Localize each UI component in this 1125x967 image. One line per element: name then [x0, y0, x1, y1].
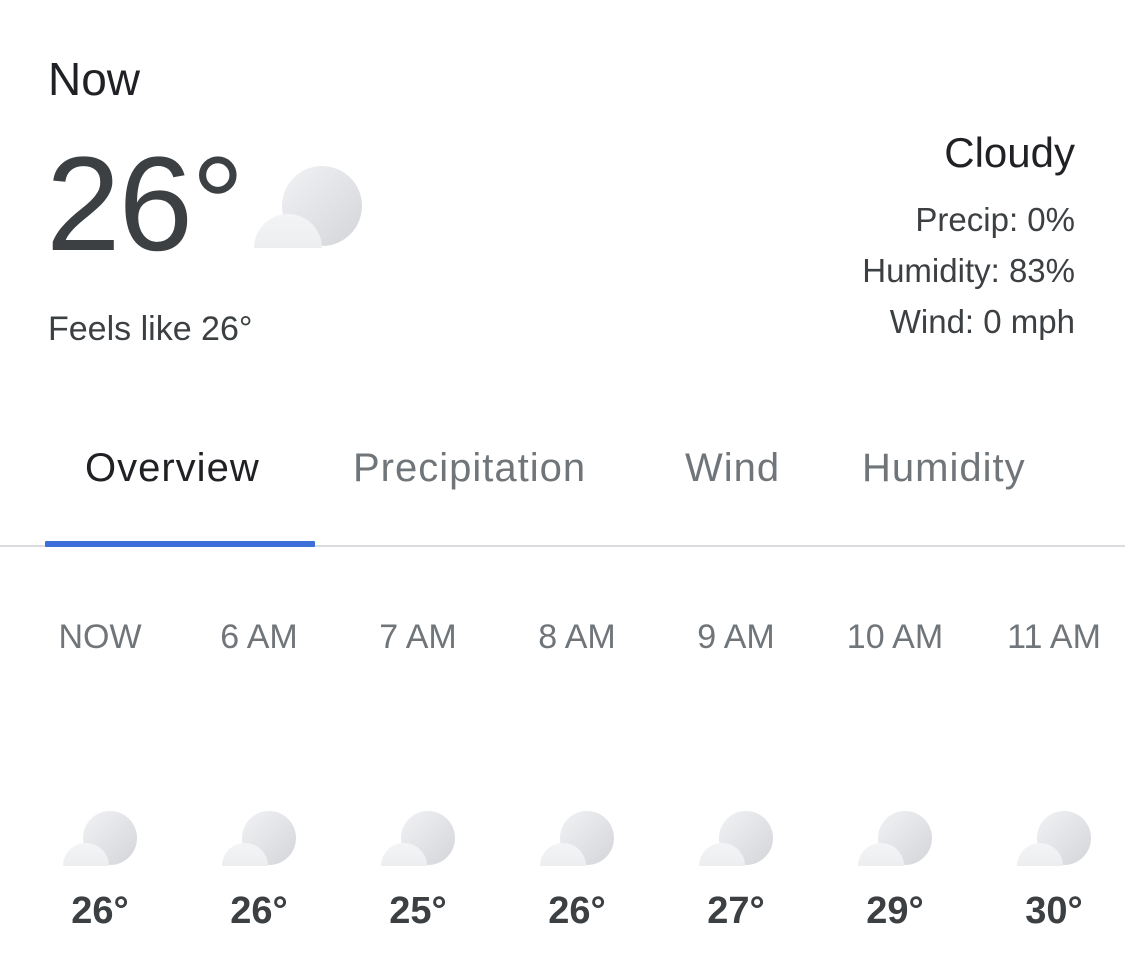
- hour-item[interactable]: 10 AM 29°: [820, 620, 970, 930]
- hour-time: 10 AM: [846, 618, 944, 656]
- weather-card: Now 26° Feels like 26° Cloudy Precip: 0%…: [0, 0, 1125, 967]
- current-temperature: 26°: [46, 130, 245, 279]
- cloudy-icon: [254, 166, 362, 248]
- precip-text: Precip: 0%: [915, 201, 1075, 239]
- wind-text: Wind: 0 mph: [889, 303, 1075, 341]
- feels-like: Feels like 26°: [48, 310, 253, 348]
- hour-temp: 25°: [389, 890, 447, 932]
- tab-precipitation[interactable]: Precipitation: [353, 448, 586, 488]
- tab-bar: Overview Precipitation Wind Humidity: [0, 430, 1125, 547]
- condition-text: Cloudy: [944, 129, 1075, 176]
- hour-time: NOW: [58, 618, 142, 656]
- cloudy-icon: [222, 811, 296, 866]
- hour-time: 8 AM: [538, 618, 616, 656]
- tab-humidity[interactable]: Humidity: [862, 448, 1026, 488]
- hour-temp: 30°: [1025, 890, 1083, 932]
- conditions-panel: Cloudy Precip: 0% Humidity: 83% Wind: 0 …: [862, 129, 1075, 347]
- hourly-forecast[interactable]: NOW 26° 6 AM 26° 7 AM 25° 8 AM 26° 9 AM …: [0, 620, 1125, 960]
- humidity-text: Humidity: 83%: [862, 252, 1075, 290]
- hour-temp: 26°: [71, 890, 129, 932]
- hour-time: 6 AM: [220, 618, 298, 656]
- hour-item[interactable]: 7 AM 25°: [343, 620, 493, 930]
- hour-temp: 29°: [866, 890, 924, 932]
- tab-wind[interactable]: Wind: [685, 448, 780, 488]
- hour-temp: 27°: [707, 890, 765, 932]
- hour-item[interactable]: 8 AM 26°: [502, 620, 652, 930]
- hour-item[interactable]: 6 AM 26°: [184, 620, 334, 930]
- hour-temp: 26°: [548, 890, 606, 932]
- cloudy-icon: [699, 811, 773, 866]
- cloudy-icon: [540, 811, 614, 866]
- active-tab-indicator: [45, 541, 315, 547]
- cloudy-icon: [858, 811, 932, 866]
- tab-overview[interactable]: Overview: [85, 448, 260, 488]
- hour-temp: 26°: [230, 890, 288, 932]
- cloudy-icon: [1017, 811, 1091, 866]
- hour-time: 11 AM: [1007, 618, 1101, 656]
- now-label: Now: [48, 53, 141, 105]
- hour-item[interactable]: NOW 26°: [25, 620, 175, 930]
- cloudy-icon: [381, 811, 455, 866]
- hour-time: 7 AM: [379, 618, 457, 656]
- hour-time: 9 AM: [697, 618, 775, 656]
- hour-item[interactable]: 11 AM 30°: [979, 620, 1125, 930]
- hour-item[interactable]: 9 AM 27°: [661, 620, 811, 930]
- cloudy-icon: [63, 811, 137, 866]
